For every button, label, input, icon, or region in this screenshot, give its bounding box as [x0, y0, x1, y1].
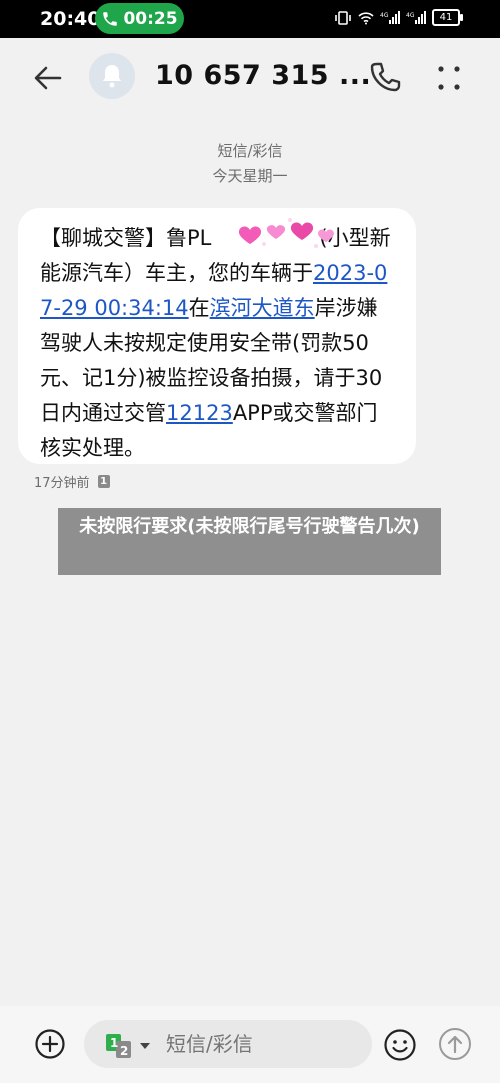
message-input[interactable]: [164, 1031, 358, 1057]
send-arrow-icon: [439, 1028, 471, 1060]
conversation-header: 10 657 315 ...: [0, 38, 500, 116]
dual-sim-icon: 1 2: [106, 1034, 131, 1058]
more-options-button[interactable]: [434, 60, 464, 96]
plus-icon: [35, 1029, 65, 1059]
send-button[interactable]: [438, 1027, 472, 1061]
overlay-caption: 未按限行要求(未按限行尾号行驶警告几次): [58, 508, 441, 575]
composer-bar: 1 2: [0, 1006, 500, 1083]
call-button[interactable]: [366, 58, 404, 96]
status-bar: 20:40 00:25 4G 4G 41: [0, 0, 500, 38]
message-segment: 【聊城交警】鲁PL: [40, 226, 212, 250]
back-button[interactable]: [30, 60, 66, 96]
sim-card-icon: 1: [97, 475, 110, 488]
status-icons: 4G 4G 41: [334, 9, 463, 26]
vibrate-icon: [335, 10, 351, 25]
svg-text:2: 2: [120, 1044, 128, 1058]
hearts-sticker: [238, 218, 334, 248]
signal-icon-2: 4G: [406, 10, 426, 24]
more-icon: [438, 66, 460, 90]
signal-icon-1: 4G: [380, 10, 400, 24]
svg-text:1: 1: [110, 1036, 118, 1050]
call-duration: 00:25: [123, 8, 178, 29]
contact-number-title[interactable]: 10 657 315 ...: [155, 60, 371, 91]
app-number-link[interactable]: 12123: [166, 401, 233, 425]
bell-icon: [103, 65, 121, 88]
message-bubble[interactable]: 【聊城交警】鲁PL (小型新能源汽车）车主，您的车辆于2023-07-29 00:…: [18, 208, 416, 464]
add-attachment-button[interactable]: [34, 1028, 66, 1060]
contact-avatar[interactable]: [89, 53, 135, 99]
message-time: 17分钟前: [34, 476, 90, 491]
message-time-row: 17分钟前 1: [34, 472, 110, 491]
svg-text:4G: 4G: [406, 12, 415, 19]
phone-icon: [370, 62, 401, 92]
date-label: 今天星期一: [212, 167, 288, 185]
phone-call-icon: [103, 11, 118, 26]
emoji-icon: [384, 1029, 416, 1061]
channel-label: 短信/彩信: [217, 142, 283, 160]
status-time: 20:40: [40, 8, 101, 30]
emoji-button[interactable]: [383, 1028, 417, 1062]
chevron-down-icon: [140, 1043, 150, 1049]
wifi-icon: [358, 11, 374, 24]
location-link[interactable]: 滨河大道东: [210, 296, 315, 320]
message-input-pill[interactable]: 1 2: [84, 1020, 372, 1068]
message-text: 【聊城交警】鲁PL (小型新能源汽车）车主，您的车辆于2023-07-29 00:…: [40, 221, 398, 466]
ongoing-call-pill[interactable]: 00:25: [95, 3, 184, 34]
sim-selector[interactable]: 1 2: [106, 1034, 150, 1058]
back-arrow-icon: [34, 66, 62, 90]
battery-icon: 41: [432, 9, 463, 26]
message-segment: 在: [188, 296, 210, 320]
svg-text:4G: 4G: [380, 12, 389, 19]
